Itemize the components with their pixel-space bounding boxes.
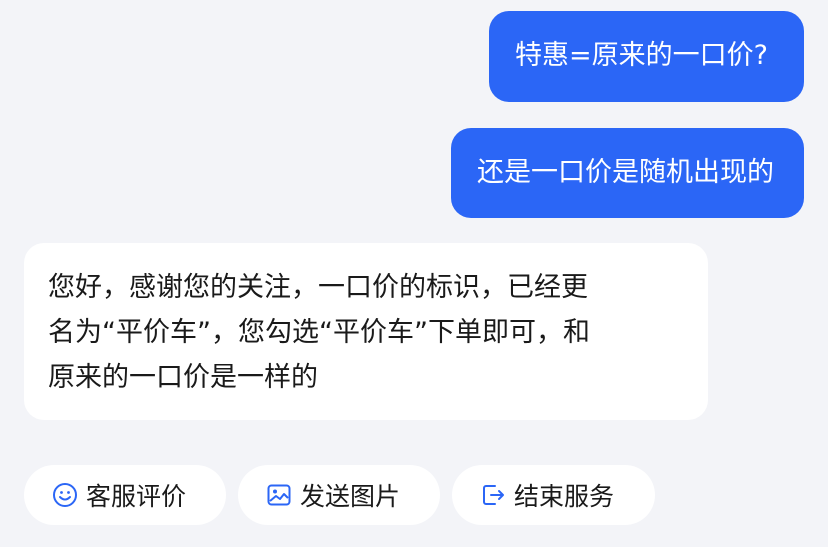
message-line: 原来的一口价是一样的 [48, 362, 318, 393]
message-line: 名为“平价车”，您勾选“平价车”下单即可，和 [48, 317, 590, 348]
end-service-button[interactable]: 结束服务 [452, 465, 655, 525]
image-icon [266, 482, 292, 508]
quick-action-bar: 客服评价 发送图片 结束服务 [24, 465, 814, 525]
smiley-icon [52, 482, 78, 508]
rate-service-button[interactable]: 客服评价 [24, 465, 226, 525]
outgoing-message: 还是一口价是随机出现的 [451, 128, 804, 218]
chat-window: 特惠=原来的一口价? 还是一口价是随机出现的 您好，感谢您的关注，一口价的标识，… [0, 0, 828, 547]
end-service-label: 结束服务 [514, 482, 615, 511]
message-text: 特惠=原来的一口价? [515, 40, 768, 71]
rate-service-label: 客服评价 [86, 482, 187, 511]
exit-icon [480, 482, 506, 508]
message-text: 还是一口价是随机出现的 [477, 157, 774, 188]
send-image-label: 发送图片 [300, 482, 401, 511]
send-image-button[interactable]: 发送图片 [238, 465, 440, 525]
outgoing-message: 特惠=原来的一口价? [489, 11, 804, 102]
message-line: 您好，感谢您的关注，一口价的标识，已经更 [48, 272, 588, 303]
incoming-message: 您好，感谢您的关注，一口价的标识，已经更 名为“平价车”，您勾选“平价车”下单即… [24, 243, 708, 420]
